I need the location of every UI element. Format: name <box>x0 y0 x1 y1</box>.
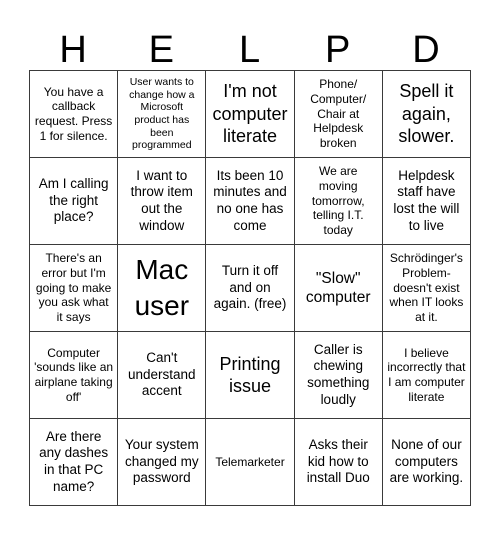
bingo-cell[interactable]: You have a callback request. Press 1 for… <box>30 71 119 158</box>
bingo-cell-label: Printing issue <box>219 353 281 397</box>
bingo-cell-label: Helpdesk staff have lost the will to liv… <box>393 167 460 233</box>
bingo-cell-label: Schrödinger's Problem- doesn't exist whe… <box>389 251 464 324</box>
bingo-cell[interactable]: Computer 'sounds like an airplane taking… <box>30 332 119 419</box>
bingo-row: There's an error but I'm going to make y… <box>30 245 472 332</box>
bingo-cell-label: None of our computers are working. <box>389 436 464 486</box>
bingo-cell-label: Mac user <box>134 253 190 321</box>
bingo-row: Computer 'sounds like an airplane taking… <box>30 332 472 419</box>
bingo-cell-label: Spell it again, slower. <box>398 81 455 147</box>
header-letter-2: L <box>238 29 261 71</box>
bingo-cell-label: We are moving tomorrow, telling I.T. tod… <box>311 164 365 237</box>
bingo-cell-label: Asks their kid how to install Duo <box>306 436 370 486</box>
bingo-cell-label: Telemarketer <box>215 454 285 469</box>
bingo-cell-label: "Slow" computer <box>305 269 371 306</box>
header-letter-0: H <box>59 29 87 71</box>
bingo-cell[interactable]: Its been 10 minutes and no one has come <box>206 158 295 245</box>
bingo-cell[interactable]: Mac user <box>118 245 207 332</box>
bingo-cell[interactable]: I believe incorrectly that I am computer… <box>382 332 472 419</box>
bingo-cell-label: You have a callback request. Press 1 for… <box>34 84 113 143</box>
bingo-cell[interactable]: Telemarketer <box>206 419 295 506</box>
bingo-cell-label: Computer 'sounds like an airplane taking… <box>34 345 114 404</box>
bingo-cell[interactable]: There's an error but I'm going to make y… <box>30 245 119 332</box>
bingo-card: H E L P D You have a callback request. P… <box>29 22 472 516</box>
bingo-cell-label: Its been 10 minutes and no one has come <box>213 167 287 233</box>
bingo-cell[interactable]: User wants to change how a Microsoft pro… <box>118 71 207 158</box>
bingo-cell-label: Are there any dashes in that PC name? <box>39 428 109 494</box>
bingo-cell-label: I'm not computer literate <box>212 81 288 147</box>
bingo-cell[interactable]: Your system changed my password <box>118 419 207 506</box>
bingo-cell[interactable]: Are there any dashes in that PC name? <box>30 419 119 506</box>
bingo-cell[interactable]: "Slow" computer <box>294 245 383 332</box>
bingo-cell[interactable]: I'm not computer literate <box>206 71 295 158</box>
bingo-cell[interactable]: Helpdesk staff have lost the will to liv… <box>382 158 472 245</box>
bingo-row: Am I calling the right place? I want to … <box>30 158 472 245</box>
bingo-cell-label: Am I calling the right place? <box>38 175 109 225</box>
bingo-cell[interactable]: I want to throw item out the window <box>118 158 207 245</box>
bingo-cell-label: I believe incorrectly that I am computer… <box>387 345 466 404</box>
bingo-cell-label: I want to throw item out the window <box>130 167 193 233</box>
header-letter-3: P <box>325 29 351 71</box>
header-letter-4: D <box>412 29 440 71</box>
bingo-row: You have a callback request. Press 1 for… <box>30 71 472 158</box>
bingo-header: H E L P D <box>29 22 470 70</box>
bingo-cell[interactable]: Phone/ Computer/ Chair at Helpdesk broke… <box>294 71 383 158</box>
bingo-cell[interactable]: Spell it again, slower. <box>382 71 472 158</box>
bingo-row: Are there any dashes in that PC name? Yo… <box>30 419 472 506</box>
bingo-cell-label: Phone/ Computer/ Chair at Helpdesk broke… <box>310 77 367 150</box>
bingo-cell[interactable]: Schrödinger's Problem- doesn't exist whe… <box>382 245 472 332</box>
header-letter-1: E <box>148 29 174 71</box>
bingo-cell-label: Caller is chewing something loudly <box>307 341 370 407</box>
bingo-cell[interactable]: Asks their kid how to install Duo <box>294 419 383 506</box>
bingo-cell[interactable]: None of our computers are working. <box>382 419 472 506</box>
bingo-cell-label: Your system changed my password <box>124 436 199 486</box>
bingo-cell[interactable]: Can't understand accent <box>118 332 207 419</box>
bingo-cell-label: Turn it off and on again. (free) <box>213 262 287 312</box>
bingo-cell[interactable]: Caller is chewing something loudly <box>294 332 383 419</box>
bingo-cell-label: Can't understand accent <box>128 349 196 399</box>
bingo-cell[interactable]: Am I calling the right place? <box>30 158 119 245</box>
bingo-grid: You have a callback request. Press 1 for… <box>29 70 472 506</box>
bingo-cell-label: User wants to change how a Microsoft pro… <box>129 76 195 152</box>
bingo-cell-label: There's an error but I'm going to make y… <box>35 251 112 324</box>
bingo-cell[interactable]: We are moving tomorrow, telling I.T. tod… <box>294 158 383 245</box>
bingo-cell[interactable]: Printing issue <box>206 332 295 419</box>
bingo-cell[interactable]: Turn it off and on again. (free) <box>206 245 295 332</box>
